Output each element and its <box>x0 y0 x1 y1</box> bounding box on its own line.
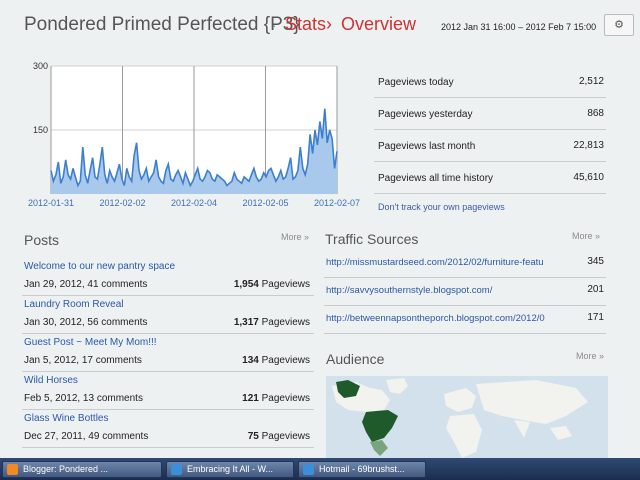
taskbar: Blogger: Pondered ... Embracing It All -… <box>0 458 640 480</box>
taskbar-item-embracing[interactable]: Embracing It All - W... <box>166 461 294 478</box>
settings-button[interactable]: ⚙ <box>604 14 634 36</box>
post-views: 1,317 Pageviews <box>234 317 310 328</box>
audience-world-map[interactable] <box>326 376 608 458</box>
pageview-stats: Pageviews today 2,512 Pageviews yesterda… <box>374 66 606 194</box>
map-usa <box>362 410 398 442</box>
traffic-sources-list: http://missmustardseed.com/2012/02/furni… <box>324 250 606 334</box>
taskbar-item-label: Blogger: Pondered ... <box>23 464 109 474</box>
post-views-count: 1,317 <box>233 317 259 328</box>
audience-more-link[interactable]: More » <box>576 351 604 361</box>
taskbar-item-hotmail[interactable]: Hotmail - 69brushst... <box>298 461 426 478</box>
stat-value: 45,610 <box>573 172 604 183</box>
ie-icon <box>303 464 314 475</box>
post-meta: Jan 29, 2012, 41 comments <box>24 279 148 290</box>
post-title-link[interactable]: Laundry Room Reveal <box>24 299 124 310</box>
post-views-count: 121 <box>242 393 259 404</box>
post-item: Wild Horses Feb 5, 2012, 13 comments 121… <box>22 372 314 410</box>
dont-track-link[interactable]: Don't track your own pageviews <box>378 202 505 212</box>
stat-value: 2,512 <box>578 76 604 87</box>
stat-label: Pageviews all time history <box>378 173 494 184</box>
map-india <box>514 420 530 438</box>
traffic-sources-title: Traffic Sources <box>325 231 419 247</box>
stat-label: Pageviews last month <box>378 141 476 152</box>
breadcrumb-overview: Overview <box>341 14 417 34</box>
map-europe <box>444 388 476 412</box>
ie-icon <box>171 464 182 475</box>
post-item: Welcome to our new pantry space Jan 29, … <box>22 258 314 296</box>
breadcrumb-stats[interactable]: Stats <box>285 14 326 35</box>
post-views-unit: Pageviews <box>261 317 310 328</box>
blog-title[interactable]: Pondered Primed Perfected {P3} <box>24 14 300 36</box>
title-separator: · <box>272 17 277 33</box>
traffic-url-link[interactable]: http://savvysouthernstyle.blogspot.com/ <box>326 285 562 296</box>
post-views-unit: Pageviews <box>261 355 310 366</box>
traffic-url-link[interactable]: http://betweennapsontheporch.blogspot.co… <box>326 313 562 324</box>
gear-icon: ⚙ <box>614 19 624 31</box>
chart-x-tick-label: 2012-01-31 <box>28 198 74 208</box>
stat-row: Pageviews today 2,512 <box>374 66 606 98</box>
traffic-url-link[interactable]: http://missmustardseed.com/2012/02/furni… <box>326 257 562 268</box>
traffic-row: http://savvysouthernstyle.blogspot.com/ … <box>324 278 606 306</box>
posts-more-link[interactable]: More » <box>281 232 309 242</box>
post-item: Glass Wine Bottles Dec 27, 2011, 49 comm… <box>22 410 314 448</box>
traffic-more-link[interactable]: More » <box>572 231 600 241</box>
post-title-link[interactable]: Guest Post ~ Meet My Mom!!! <box>24 337 157 348</box>
post-item: Guest Post ~ Meet My Mom!!! Jan 5, 2012,… <box>22 334 314 372</box>
post-views-unit: Pageviews <box>261 279 310 290</box>
chart-x-tick-label: 2012-02-05 <box>242 198 288 208</box>
stat-label: Pageviews today <box>378 77 454 88</box>
traffic-count: 345 <box>587 256 604 267</box>
post-item: Laundry Room Reveal Jan 30, 2012, 56 com… <box>22 296 314 334</box>
chart-x-tick-label: 2012-02-07 <box>314 198 360 208</box>
map-southeast-asia <box>550 426 572 440</box>
post-views-unit: Pageviews <box>261 393 310 404</box>
map-mexico <box>370 440 388 456</box>
date-range[interactable]: 2012 Jan 31 16:00 – 2012 Feb 7 15:00 <box>441 22 596 32</box>
post-meta: Jan 30, 2012, 56 comments <box>24 317 148 328</box>
post-views: 121 Pageviews <box>242 393 310 404</box>
header: Pondered Primed Perfected {P3} · Stats ›… <box>0 0 640 52</box>
post-meta: Jan 5, 2012, 17 comments <box>24 355 142 366</box>
stat-row: Pageviews yesterday 868 <box>374 98 606 130</box>
post-views: 134 Pageviews <box>242 355 310 366</box>
stat-value: 22,813 <box>573 140 604 151</box>
post-views-count: 75 <box>247 431 259 442</box>
taskbar-item-blogger[interactable]: Blogger: Pondered ... <box>2 461 162 478</box>
chart-y-tick-label: 150 <box>33 125 48 135</box>
posts-title: Posts <box>24 232 60 248</box>
stat-row: Pageviews last month 22,813 <box>374 130 606 162</box>
post-views: 1,954 Pageviews <box>234 279 310 290</box>
post-title-link[interactable]: Glass Wine Bottles <box>24 413 108 424</box>
posts-list: Welcome to our new pantry space Jan 29, … <box>22 258 314 448</box>
taskbar-item-label: Hotmail - 69brushst... <box>319 464 405 474</box>
map-greenland <box>386 378 408 394</box>
chart-y-tick-label: 300 <box>33 61 48 71</box>
blogger-icon <box>7 464 18 475</box>
map-asia <box>476 380 588 424</box>
post-views-count: 134 <box>242 355 259 366</box>
stat-row: Pageviews all time history 45,610 <box>374 162 606 194</box>
stat-value: 868 <box>587 108 604 119</box>
post-views: 75 Pageviews <box>248 431 310 442</box>
stat-label: Pageviews yesterday <box>378 109 473 120</box>
post-views-unit: Pageviews <box>261 431 310 442</box>
post-title-link[interactable]: Wild Horses <box>24 375 78 386</box>
chart-x-tick-label: 2012-02-02 <box>99 198 145 208</box>
taskbar-item-label: Embracing It All - W... <box>187 464 274 474</box>
breadcrumb-separator: › <box>326 14 332 34</box>
traffic-count: 171 <box>587 312 604 323</box>
post-meta: Feb 5, 2012, 13 comments <box>24 393 143 404</box>
audience-title: Audience <box>326 351 385 367</box>
chart-x-tick-label: 2012-02-04 <box>171 198 217 208</box>
post-views-count: 1,954 <box>233 279 259 290</box>
post-meta: Dec 27, 2011, 49 comments <box>24 431 149 442</box>
traffic-count: 201 <box>587 284 604 295</box>
traffic-row: http://betweennapsontheporch.blogspot.co… <box>324 306 606 334</box>
post-title-link[interactable]: Welcome to our new pantry space <box>24 261 175 272</box>
pageviews-chart[interactable]: 300 150 2012-01-31 2012-02-02 2012-02-04 201… <box>0 56 360 216</box>
traffic-row: http://missmustardseed.com/2012/02/furni… <box>324 250 606 278</box>
map-africa <box>446 414 482 458</box>
